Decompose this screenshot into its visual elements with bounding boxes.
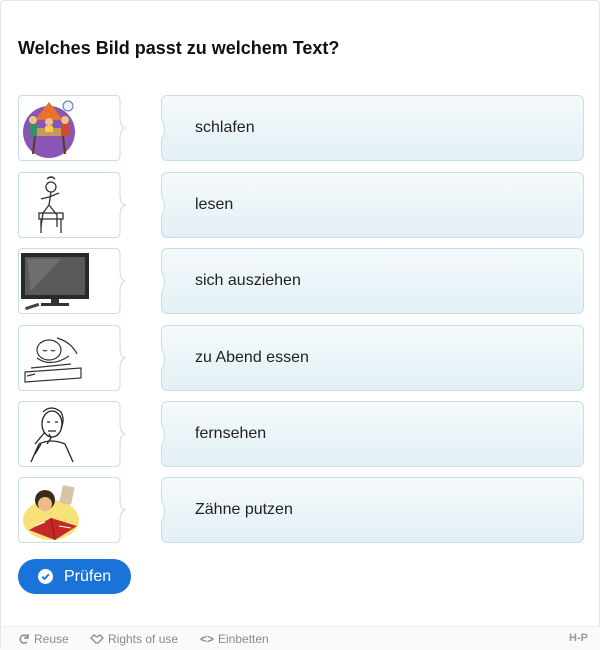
text-label: zu Abend essen [195,349,309,366]
tile-connector [112,95,127,161]
reuse-label: Reuse [34,632,69,646]
question-title: Welches Bild passt zu welchem Text? [18,38,340,58]
image-tile-family-dinner[interactable] [18,95,113,161]
card-notch [161,194,165,218]
person-stretching-image [38,176,64,233]
match-row: sich ausziehen [18,248,584,314]
reading-boy-image [23,485,79,541]
embed-label: Einbetten [218,632,269,646]
image-tile-reading-boy[interactable] [18,477,113,543]
image-tile-sleeping-person[interactable] [18,325,113,391]
reuse-link[interactable]: Reuse [18,632,69,646]
h5p-logo[interactable]: H-P [569,632,588,644]
code-icon: <> [200,632,215,646]
tile-connector [112,477,127,543]
card-notch [161,347,165,371]
tile-connector [112,248,127,314]
check-button[interactable]: Prüfen [18,559,131,594]
family-dinner-image [23,100,75,158]
handshake-icon [90,634,104,644]
tile-connector [112,172,127,238]
text-label: sich ausziehen [195,272,301,289]
text-label: fernsehen [195,425,267,442]
card-notch [161,117,165,141]
card-notch [161,499,165,523]
text-card-schlafen[interactable]: schlafen [161,95,584,161]
check-circle-icon [38,569,53,584]
footer-bar: Reuse Rights of use <> Einbetten H-P [2,626,600,650]
text-label: lesen [195,196,234,213]
text-card-fernsehen[interactable]: fernsehen [161,401,584,467]
card-notch [161,423,165,447]
rights-of-use-label: Rights of use [108,632,179,646]
text-label: schlafen [195,119,255,136]
reuse-icon [19,634,29,644]
check-button-label: Prüfen [64,567,112,585]
sleeping-person-image [24,337,82,383]
content-frame: Welches Bild passt zu welchem Text? schl… [0,0,600,650]
text-card-zu-abend-essen[interactable]: zu Abend essen [161,325,584,391]
image-tile-brushing-teeth[interactable] [18,401,113,467]
image-tile-person-stretching[interactable] [18,172,113,238]
embed-link[interactable]: <> Einbetten [200,632,269,646]
rights-of-use-link[interactable]: Rights of use [90,632,178,646]
text-label: Zähne putzen [195,501,293,518]
image-tile-television[interactable] [18,248,113,314]
match-row: schlafen [18,95,584,161]
match-row: lesen [18,172,584,238]
tile-connector [112,325,127,391]
text-card-lesen[interactable]: lesen [161,172,584,238]
brushing-teeth-image [30,407,74,463]
television-image [21,253,89,311]
text-card-zaehne-putzen[interactable]: Zähne putzen [161,477,584,543]
card-notch [161,270,165,294]
tile-connector [112,401,127,467]
match-row: Zähne putzen [18,477,584,543]
text-card-sich-ausziehen[interactable]: sich ausziehen [161,248,584,314]
match-row: fernsehen [18,401,584,467]
match-row: zu Abend essen [18,325,584,391]
